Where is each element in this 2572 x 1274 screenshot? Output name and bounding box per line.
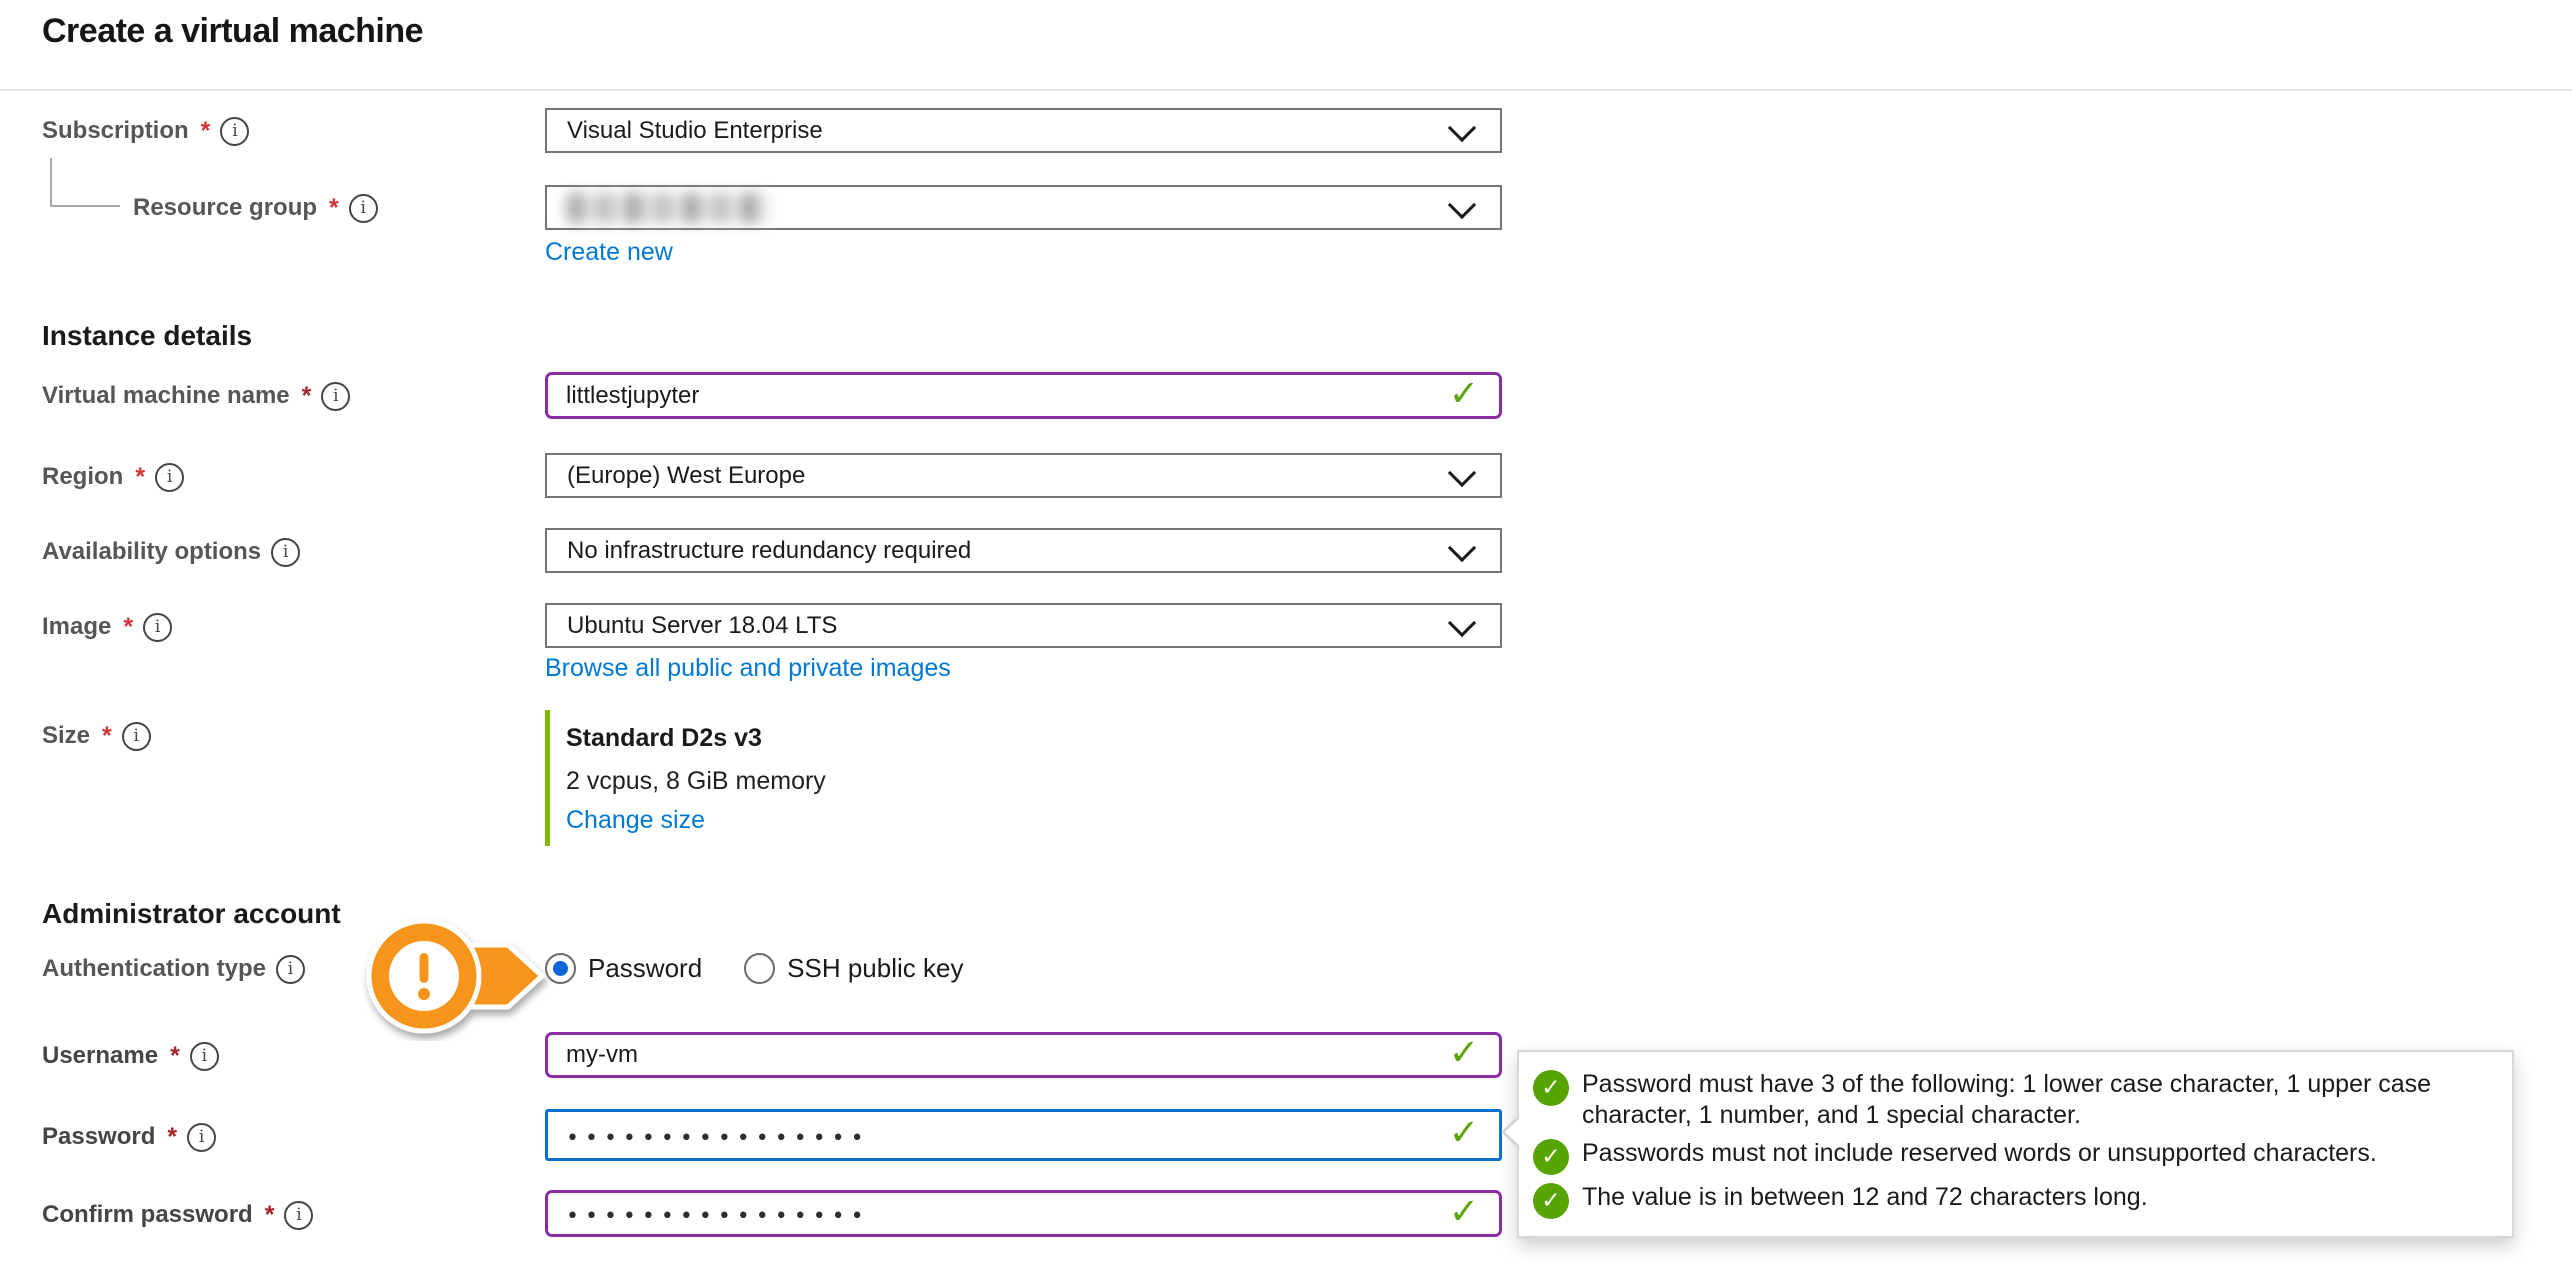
page-title: Create a virtual machine [42,12,423,51]
subscription-dropdown[interactable]: Visual Studio Enterprise [545,108,1502,153]
vm-name-value: littlestjupyter [566,382,699,410]
required-asterisk: * [265,1201,275,1230]
section-instance-details: Instance details [42,320,252,352]
required-asterisk: * [170,1042,180,1071]
username-input[interactable]: my-vm ✓ [545,1032,1502,1078]
size-label: Size * i [42,717,151,755]
create-new-link[interactable]: Create new [545,238,673,267]
password-masked-value: •••••••••••••••• [566,1120,870,1151]
tree-connector-horizontal [50,205,120,207]
radio-dot [553,961,568,976]
info-icon[interactable]: i [284,1201,313,1230]
tree-connector-vertical [50,158,52,207]
required-asterisk: * [135,463,145,492]
authentication-type-label: Authentication type i [42,950,305,988]
size-specs: 2 vcpus, 8 GiB memory [566,767,826,796]
valid-check-icon: ✓ [1449,1116,1479,1152]
required-asterisk: * [302,382,312,411]
required-asterisk: * [102,722,112,751]
required-asterisk: * [123,613,133,642]
vm-name-label: Virtual machine name * i [42,377,350,415]
info-icon[interactable]: i [276,955,305,984]
subscription-label: Subscription * i [42,112,249,150]
region-dropdown[interactable]: (Europe) West Europe [545,453,1502,498]
required-asterisk: * [329,194,339,223]
username-label: Username * i [42,1037,219,1075]
image-value: Ubuntu Server 18.04 LTS [567,612,837,640]
radio-password-selected[interactable] [545,953,576,984]
info-icon[interactable]: i [271,538,300,567]
resource-group-label: Resource group * i [133,189,378,227]
image-dropdown[interactable]: Ubuntu Server 18.04 LTS [545,603,1502,648]
availability-options-dropdown[interactable]: No infrastructure redundancy required [545,528,1502,573]
chevron-down-icon [1448,533,1476,561]
subscription-value: Visual Studio Enterprise [567,117,823,145]
password-label: Password * i [42,1118,216,1156]
info-icon[interactable]: i [190,1042,219,1071]
success-check-icon: ✓ [1533,1070,1569,1106]
vm-name-input[interactable]: littlestjupyter ✓ [545,372,1502,419]
radio-ssh-public-key-label[interactable]: SSH public key [787,953,963,984]
confirm-password-masked-value: •••••••••••••••• [566,1198,870,1229]
info-icon[interactable]: i [187,1123,216,1152]
chevron-down-icon [1448,190,1476,218]
warning-callout-icon [360,915,555,1041]
success-check-icon: ✓ [1533,1139,1569,1175]
info-icon[interactable]: i [349,194,378,223]
confirm-password-label: Confirm password * i [42,1196,313,1234]
browse-images-link[interactable]: Browse all public and private images [545,654,951,683]
size-accent-bar [545,710,550,846]
tooltip-rule-text: Passwords must not include reserved word… [1582,1138,2377,1175]
required-asterisk: * [201,117,211,146]
success-check-icon: ✓ [1533,1183,1569,1219]
authentication-type-radio-group: Password SSH public key [545,948,963,988]
password-input[interactable]: •••••••••••••••• ✓ [545,1109,1502,1161]
valid-check-icon: ✓ [1449,376,1479,412]
change-size-link[interactable]: Change size [566,806,705,835]
tooltip-rule-item: ✓ Password must have 3 of the following:… [1533,1069,2494,1131]
info-icon[interactable]: i [220,117,249,146]
tooltip-rule-text: Password must have 3 of the following: 1… [1582,1069,2494,1131]
header-divider [0,89,2572,91]
size-name: Standard D2s v3 [566,724,762,753]
info-icon[interactable]: i [155,463,184,492]
info-icon[interactable]: i [122,722,151,751]
region-value: (Europe) West Europe [567,462,805,490]
tooltip-rule-text: The value is in between 12 and 72 charac… [1582,1182,2148,1219]
info-icon[interactable]: i [321,382,350,411]
password-rules-tooltip: ✓ Password must have 3 of the following:… [1517,1050,2514,1238]
resource-group-dropdown[interactable] [545,185,1502,230]
availability-options-label: Availability options i [42,533,300,571]
chevron-down-icon [1448,458,1476,486]
required-asterisk: * [167,1123,177,1152]
availability-options-value: No infrastructure redundancy required [567,537,971,565]
image-label: Image * i [42,608,172,646]
radio-ssh-public-key[interactable] [744,953,775,984]
valid-check-icon: ✓ [1449,1194,1479,1230]
valid-check-icon: ✓ [1449,1036,1479,1072]
tooltip-rule-item: ✓ The value is in between 12 and 72 char… [1533,1182,2494,1219]
resource-group-redacted-value [567,193,767,223]
chevron-down-icon [1448,608,1476,636]
confirm-password-input[interactable]: •••••••••••••••• ✓ [545,1190,1502,1237]
radio-password-label[interactable]: Password [588,953,702,984]
username-value: my-vm [566,1041,638,1069]
region-label: Region * i [42,458,184,496]
tooltip-rule-item: ✓ Passwords must not include reserved wo… [1533,1138,2494,1175]
chevron-down-icon [1448,113,1476,141]
info-icon[interactable]: i [143,613,172,642]
section-administrator-account: Administrator account [42,898,341,930]
